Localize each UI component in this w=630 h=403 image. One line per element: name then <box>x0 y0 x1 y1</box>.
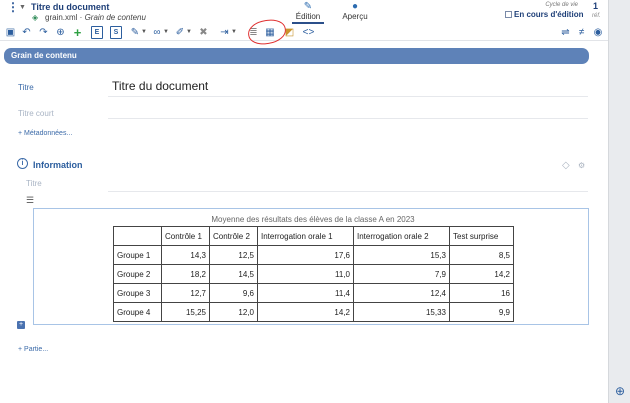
titre-court-input[interactable] <box>108 118 588 119</box>
titre-court-label: Titre court <box>18 109 54 118</box>
table-cell[interactable]: 11,0 <box>257 264 354 284</box>
table-cell[interactable]: 9,9 <box>449 302 514 322</box>
table-header-cell[interactable]: Test surprise <box>449 226 514 246</box>
ref-count[interactable]: 1 <box>593 1 598 11</box>
not-equal-icon[interactable]: ≠ <box>576 26 587 39</box>
zoom-icon[interactable]: ⊕ <box>613 384 627 398</box>
table-cell[interactable]: 14,2 <box>449 264 514 284</box>
table-header-row: Contrôle 1 Contrôle 2 Interrogation oral… <box>113 226 514 246</box>
doc-title: Titre du document <box>31 2 110 12</box>
titre-input[interactable]: Titre du document <box>112 79 208 93</box>
right-sidebar <box>608 0 630 403</box>
paragraph-icon[interactable]: ☰ <box>26 196 34 205</box>
metadata-link[interactable]: + Métadonnées... <box>18 130 72 137</box>
style-button[interactable]: S <box>110 26 122 39</box>
doc-type: Grain de contenu <box>84 13 146 22</box>
table-row: Groupe 2 18,2 14,5 11,0 7,9 14,2 <box>113 264 514 284</box>
table-header-cell[interactable]: Interrogation orale 1 <box>257 226 354 246</box>
results-table[interactable]: Contrôle 1 Contrôle 2 Interrogation oral… <box>113 226 514 322</box>
table-header-cell[interactable]: Interrogation orale 2 <box>353 226 450 246</box>
add-icon[interactable]: + <box>72 26 83 39</box>
table-cell[interactable]: 12,0 <box>209 302 258 322</box>
grain-icon: ◈ <box>32 13 39 22</box>
info-titre-input[interactable] <box>108 191 588 192</box>
information-label: Information <box>33 160 83 170</box>
table-row: Groupe 4 15,25 12,0 14,2 15,33 9,9 <box>113 302 514 322</box>
table-caption[interactable]: Moyenne des résultats des élèves de la c… <box>113 215 513 224</box>
clear-format-icon[interactable]: ✖ <box>198 26 209 39</box>
table-cell[interactable]: 14,5 <box>209 264 258 284</box>
table-cell[interactable]: 17,6 <box>257 245 354 265</box>
tab-apercu-label: Aperçu <box>342 12 368 21</box>
chevron-down-icon[interactable]: ▼ <box>163 26 169 39</box>
table-cell[interactable]: 14,2 <box>257 302 354 322</box>
cycle-status[interactable]: En cours d'édition <box>505 10 583 19</box>
section-header: Grain de contenu <box>4 48 589 64</box>
table-cell[interactable]: 7,9 <box>353 264 450 284</box>
table-cell[interactable]: 15,3 <box>353 245 450 265</box>
doc-subtitle: grain.xml · Grain de contenu <box>45 13 146 22</box>
table-row: Groupe 3 12,7 9,6 11,4 12,4 16 <box>113 283 514 303</box>
code-icon[interactable]: <> <box>302 26 315 39</box>
indent-icon[interactable]: ⇥ <box>219 26 230 39</box>
undo-icon[interactable]: ↶ <box>21 26 32 39</box>
chevron-down-icon[interactable]: ▼ <box>186 26 192 39</box>
menu-dots-icon[interactable]: ⋮ <box>7 1 19 13</box>
settings-icon[interactable]: ⚙ <box>578 161 585 170</box>
table-cell[interactable]: 12,5 <box>209 245 258 265</box>
chevron-down-icon[interactable]: ▼ <box>231 26 237 39</box>
emphasis-button[interactable]: E <box>91 26 103 39</box>
row-label[interactable]: Groupe 1 <box>113 245 162 265</box>
compare-icon[interactable]: ⇌ <box>560 26 571 39</box>
row-label[interactable]: Groupe 2 <box>113 264 162 284</box>
chevron-down-icon[interactable]: ▼ <box>141 26 147 39</box>
doc-file: grain.xml <box>45 13 78 22</box>
info-titre-label: Titre <box>26 179 42 188</box>
titre-underline <box>108 96 588 97</box>
eye-icon[interactable]: ◉ <box>592 26 604 39</box>
brush-icon[interactable]: ✎ <box>130 26 140 39</box>
highlight-icon[interactable]: ✐ <box>175 26 185 39</box>
tag-icon[interactable]: ◇ <box>562 160 570 171</box>
table-header-cell[interactable]: Contrôle 2 <box>209 226 258 246</box>
cycle-value: En cours d'édition <box>514 10 584 19</box>
table-cell[interactable]: 11,4 <box>257 283 354 303</box>
table-cell[interactable]: 18,2 <box>161 264 210 284</box>
table-header-cell[interactable] <box>113 226 162 246</box>
toolbar: ▣ ↶ ↷ ⊕ + E S ✎ ▼ ∞ ▼ ✐ ▼ ✖ ⇥ ▼ ≣ ▦ ◩ <>… <box>0 24 608 41</box>
link-icon[interactable]: ∞ <box>152 26 162 39</box>
menu-caret-icon[interactable]: ▼ <box>19 4 26 11</box>
target-icon[interactable]: ⊕ <box>55 26 66 39</box>
cycle-label: Cycle de vie <box>545 2 578 8</box>
tab-edition-label: Édition <box>295 12 321 21</box>
save-icon[interactable]: ▣ <box>5 26 16 39</box>
redo-icon[interactable]: ↷ <box>38 26 49 39</box>
header: ⋮ ▼ Titre du document ◈ grain.xml · Grai… <box>0 0 608 24</box>
table-cell[interactable]: 15,25 <box>161 302 210 322</box>
tab-apercu[interactable]: ● Aperçu <box>340 0 370 24</box>
table-cell[interactable]: 16 <box>449 283 514 303</box>
row-label[interactable]: Groupe 4 <box>113 302 162 322</box>
info-icon: i <box>17 158 28 169</box>
row-label[interactable]: Groupe 3 <box>113 283 162 303</box>
status-checkbox-icon <box>505 11 512 18</box>
partie-link[interactable]: + Partie... <box>18 346 48 353</box>
titre-label: Titre <box>18 83 34 92</box>
table-header-cell[interactable]: Contrôle 1 <box>161 226 210 246</box>
table-cell[interactable]: 8,5 <box>449 245 514 265</box>
add-block-icon[interactable]: + <box>17 321 25 329</box>
tab-edition[interactable]: ✎ Édition <box>292 0 324 24</box>
table-cell[interactable]: 12,4 <box>353 283 450 303</box>
table-cell[interactable]: 9,6 <box>209 283 258 303</box>
ref-label: réf. <box>592 13 601 19</box>
table-cell[interactable]: 15,33 <box>353 302 450 322</box>
table-cell[interactable]: 12,7 <box>161 283 210 303</box>
app-window: ⋮ ▼ Titre du document ◈ grain.xml · Grai… <box>0 0 630 403</box>
table-row: Groupe 1 14,3 12,5 17,6 15,3 8,5 <box>113 245 514 265</box>
table-cell[interactable]: 14,3 <box>161 245 210 265</box>
chat-icon: ● <box>351 1 359 12</box>
pen-icon: ✎ <box>303 1 313 12</box>
